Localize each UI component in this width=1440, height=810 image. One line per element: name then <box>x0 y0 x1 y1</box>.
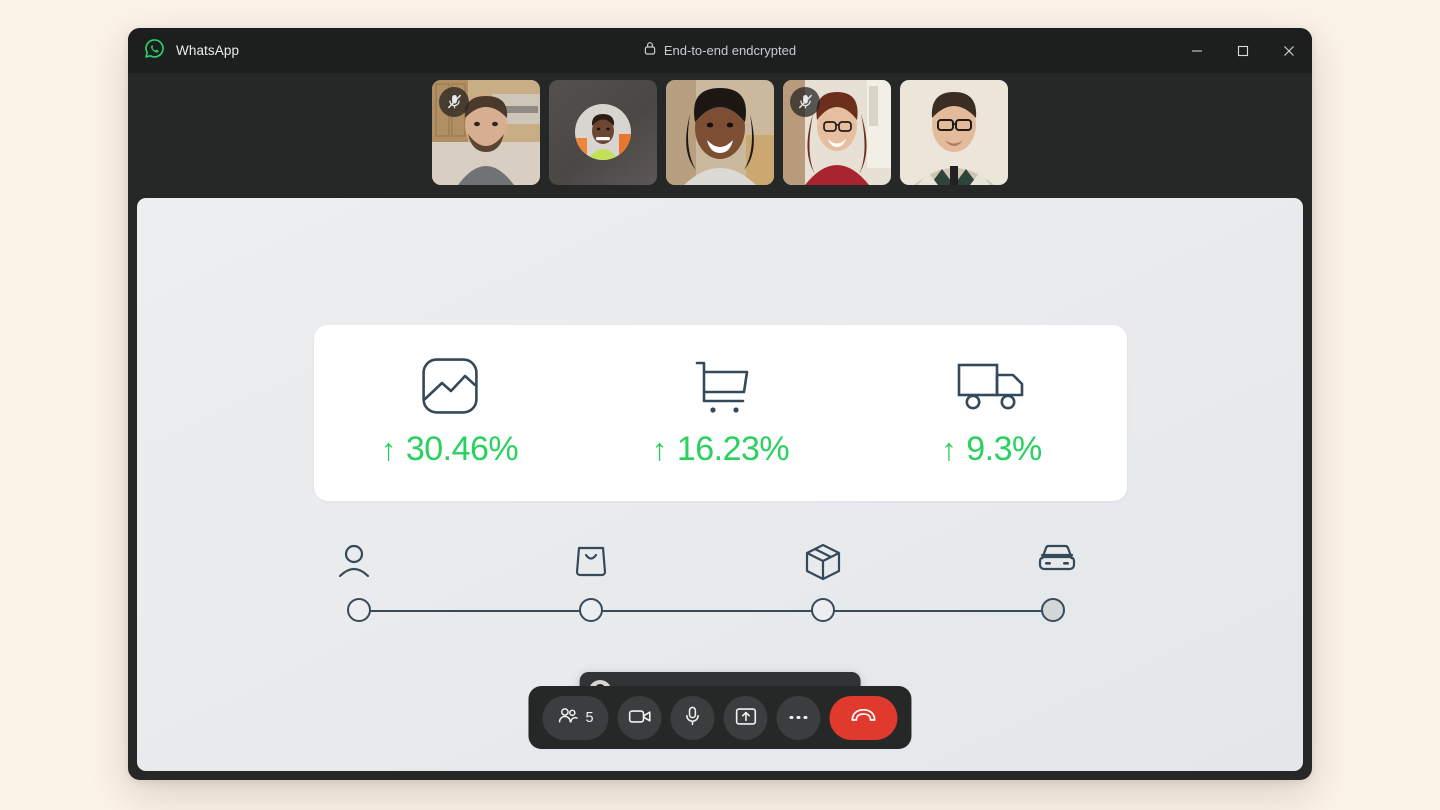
up-arrow-icon: ↑ <box>380 431 397 467</box>
person-icon <box>338 543 370 579</box>
share-screen-button[interactable] <box>723 695 768 740</box>
tracker-node[interactable] <box>811 598 836 622</box>
participant-video <box>666 79 774 185</box>
whatsapp-window: WhatsApp End-to-end endcrypted ↑ 30.46% … <box>128 28 1312 780</box>
delivery-truck-icon <box>956 358 1028 414</box>
participant-avatar <box>549 80 657 185</box>
video-camera-icon <box>628 708 651 728</box>
call-controls-bar: 5 <box>528 686 912 749</box>
whatsapp-logo-icon <box>144 38 165 64</box>
participants-count: 5 <box>585 709 594 726</box>
tracker-node[interactable] <box>346 598 371 622</box>
lock-icon <box>644 41 656 60</box>
mic-muted-icon <box>439 86 469 117</box>
participant-tile[interactable] <box>783 79 891 185</box>
order-progress-tracker <box>339 543 1076 638</box>
encryption-label: End-to-end endcrypted <box>663 43 797 58</box>
stat-delivery: ↑ 9.3% <box>856 325 1127 501</box>
stat-value: ↑ 9.3% <box>941 430 1042 469</box>
stat-value: ↑ 16.23% <box>651 429 790 469</box>
shopping-cart-icon <box>691 358 751 414</box>
window-controls <box>1174 28 1312 73</box>
participant-tile[interactable] <box>549 79 657 185</box>
stat-sales: ↑ 30.46% <box>314 325 585 501</box>
participant-strip <box>128 73 1312 191</box>
microphone-button[interactable] <box>670 695 715 740</box>
chart-image-icon <box>421 357 479 414</box>
close-icon[interactable] <box>1266 28 1312 73</box>
microphone-icon <box>684 706 702 729</box>
stat-cart: ↑ 16.23% <box>585 325 856 501</box>
screen-share-icon <box>735 707 756 729</box>
up-arrow-icon: ↑ <box>651 431 668 467</box>
phone-hangup-icon <box>851 708 877 726</box>
maximize-icon[interactable] <box>1220 28 1266 73</box>
camera-button[interactable] <box>617 695 662 740</box>
tracker-line-wrap <box>346 591 1066 631</box>
encryption-status: End-to-end endcrypted <box>128 28 1312 73</box>
ellipsis-icon <box>789 715 808 720</box>
participant-tile[interactable] <box>900 79 1008 185</box>
app-brand: WhatsApp <box>128 38 239 64</box>
tracker-node[interactable] <box>578 598 603 622</box>
participant-tile[interactable] <box>432 79 540 185</box>
stat-value: ↑ 30.46% <box>380 429 519 469</box>
shared-screen-content: ↑ 30.46% ↑ 16.23% ↑ 9.3% 5 <box>137 198 1303 771</box>
participants-button[interactable]: 5 <box>542 695 609 740</box>
participant-tile[interactable] <box>666 79 774 185</box>
car-icon <box>1038 543 1076 573</box>
end-call-button[interactable] <box>829 695 898 740</box>
mic-muted-icon <box>790 86 820 117</box>
stat-percent: 16.23% <box>676 429 790 468</box>
stats-card: ↑ 30.46% ↑ 16.23% ↑ 9.3% <box>314 325 1127 501</box>
stat-percent: 9.3% <box>966 429 1042 468</box>
shopping-bag-icon <box>575 543 607 577</box>
people-icon <box>557 707 578 728</box>
title-bar: WhatsApp End-to-end endcrypted <box>128 28 1312 73</box>
stat-percent: 30.46% <box>405 429 519 468</box>
tracker-line <box>359 610 1053 613</box>
tracker-node[interactable] <box>1041 598 1066 622</box>
package-box-icon <box>805 543 841 581</box>
up-arrow-icon: ↑ <box>941 431 957 467</box>
app-name-label: WhatsApp <box>176 43 240 58</box>
participant-video <box>900 79 1008 185</box>
tracker-icons <box>339 543 1076 591</box>
more-options-button[interactable] <box>776 695 821 740</box>
minimize-icon[interactable] <box>1174 28 1220 73</box>
